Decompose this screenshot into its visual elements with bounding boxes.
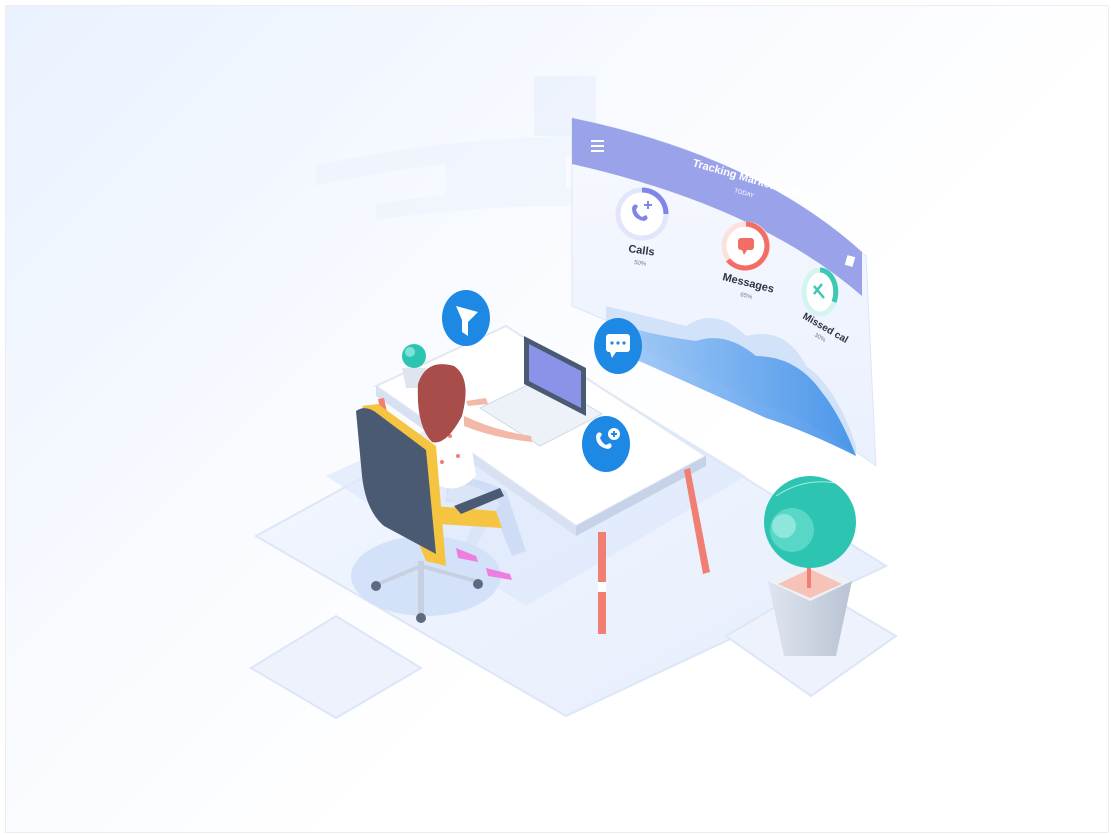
funnel-icon[interactable]	[442, 290, 490, 346]
isometric-office-illustration: Tracking Marketing ROI TODAY Calls 50% M…	[249, 76, 898, 720]
hamburger-menu-icon[interactable]	[591, 140, 604, 152]
chat-icon[interactable]	[594, 318, 642, 374]
illustration-frame: Tracking Marketing ROI TODAY Calls 50% M…	[5, 5, 1109, 833]
floor-tile-left	[249, 614, 423, 720]
background-ribbons	[316, 76, 596, 220]
phone-add-icon[interactable]	[582, 416, 630, 472]
